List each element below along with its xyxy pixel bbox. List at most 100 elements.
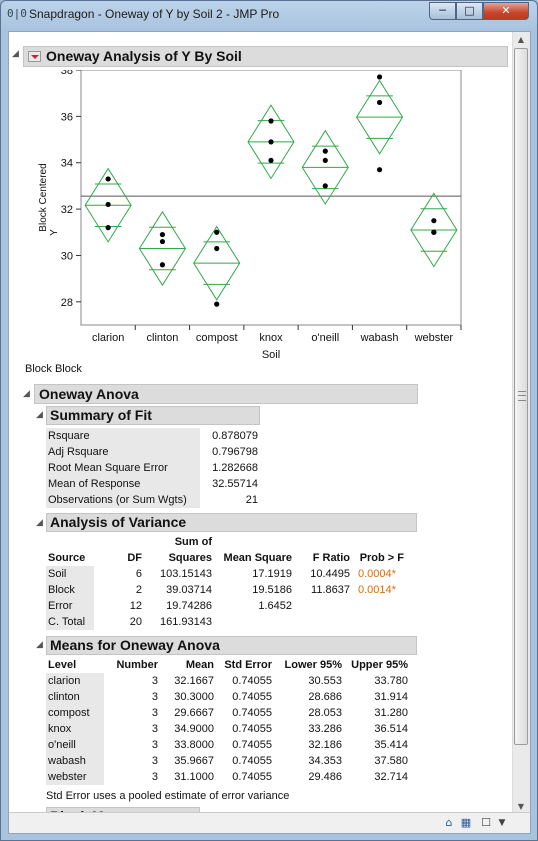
means-cell: 34.353 [308,755,342,767]
data-point [214,229,220,235]
minimize-button[interactable]: ─ [429,2,456,20]
table-row: webster 3 31.1000 0.74055 29.486 32.714 [46,769,410,785]
data-point [214,245,220,252]
disclosure-icon[interactable]: ◢ [36,410,43,420]
summary-of-fit-table: Rsquare 0.878079 Adj Rsquare 0.796798 Root M… [46,428,260,508]
data-point [322,148,328,154]
block-label: Block Block [25,363,82,375]
fit-label: Adj Rsquare [46,444,200,460]
anova-table: Sum of Source DF Squares Mean Square F Ratio P… [46,534,406,630]
x-tick-label: clinton [147,332,179,344]
oneway-analysis-header[interactable]: Oneway Analysis of Y By Soil [23,46,508,67]
data-point [159,231,166,238]
means-cell: webster [46,769,104,785]
means-cell: 31.280 [374,707,408,719]
means-cell: 28.053 [308,707,342,719]
title-bar[interactable]: 0|0 Snapdragon - Oneway of Y by Soil 2 -… [1,1,537,27]
means-cell: 35.414 [374,739,408,751]
means-cell: 32.714 [374,771,408,783]
summary-of-fit-header[interactable]: Summary of Fit [46,406,260,425]
means-cell: 3 [151,739,158,751]
vertical-scrollbar[interactable]: ▲ ▼ [512,32,530,815]
disclosure-icon[interactable]: ◢ [12,49,19,59]
anova-cell: 11.8637 [311,584,350,596]
table-row: C. Total 20 161.93143 [46,614,406,630]
analysis-of-variance-header[interactable]: Analysis of Variance [46,513,417,532]
fit-value: 0.878079 [212,430,258,442]
means-cell: 34.9000 [174,723,214,735]
anova-cell: 19.74286 [166,600,212,612]
means-cell: 32.1667 [174,675,214,687]
column-header: Number [116,659,158,671]
table-row: Mean of Response 32.55714 [46,476,260,492]
checkbox-icon[interactable]: ☐ [479,815,493,831]
means-cell: clarion [46,673,104,689]
means-cell: 30.3000 [174,691,214,703]
anova-cell: 19.5186 [252,584,292,596]
data-point [322,157,328,164]
means-cell: 0.74055 [232,739,272,751]
oneway-anova-header[interactable]: Oneway Anova [34,384,418,404]
x-tick-label: compost [196,332,238,344]
y-tick-label: 30 [61,250,73,262]
x-axis-label: Soil [262,349,280,360]
report-window: ◢ Oneway Analysis of Y By Soil 28 30 32 34 3… [8,31,531,834]
data-point [376,99,383,106]
scrollbar-thumb[interactable] [514,48,528,745]
home-icon[interactable]: ⌂ [442,815,456,831]
means-cell: 0.74055 [232,691,272,703]
disclosure-icon[interactable]: ◢ [36,640,43,650]
column-header: Upper 95% [351,659,408,671]
means-cell: 0.74055 [232,755,272,767]
means-cell: 0.74055 [232,707,272,719]
table-row: Adj Rsquare 0.796798 [46,444,260,460]
column-header: Squares [168,552,212,564]
y-tick-label: 38 [61,70,73,77]
means-cell: 31.914 [374,691,408,703]
data-point [268,157,274,164]
maximize-button[interactable]: □ [456,2,483,20]
table-row: Error 12 19.74286 1.6452 [46,598,406,614]
means-cell: 33.780 [374,675,408,687]
fit-label: Mean of Response [46,476,200,492]
y-axis-label: Block Centered [38,163,49,231]
close-button[interactable]: ✕ [483,2,529,20]
maximize-icon: □ [464,4,475,17]
means-cell: 33.286 [308,723,342,735]
disclosure-icon[interactable]: ◢ [36,518,43,528]
data-point [268,118,274,124]
anova-cell [294,598,352,614]
dropdown-arrow-icon[interactable]: ▼ [495,815,509,831]
means-header[interactable]: Means for Oneway Anova [46,636,417,655]
table-icon[interactable]: ▦ [459,815,473,831]
scroll-up-icon[interactable]: ▲ [513,32,529,48]
y-tick-label: 34 [61,158,73,170]
disclosure-icon[interactable]: ◢ [23,389,30,399]
anova-cell: Error [46,598,94,614]
column-header: Lower 95% [284,659,342,671]
y-tick-label: 36 [61,111,73,123]
data-point [105,201,111,208]
data-point [159,262,166,268]
table-row: clinton 3 30.3000 0.74055 28.686 31.914 [46,689,410,705]
fit-label: Root Mean Square Error [46,460,200,476]
anova-cell: 12 [129,600,142,612]
means-cell: 0.74055 [232,771,272,783]
means-cell: 3 [151,755,158,767]
means-cell: 30.553 [308,675,342,687]
summary-of-fit-title: Summary of Fit [50,407,152,423]
means-cell: 29.6667 [174,707,214,719]
column-header [214,534,294,550]
anova-cell [352,614,406,630]
x-tick-label: clarion [92,332,124,344]
means-cell: 29.486 [308,771,342,783]
report-title: Oneway Analysis of Y By Soil [46,48,242,64]
column-header: Source [48,552,86,564]
column-header: Mean [185,659,214,671]
means-table: Level Number Mean Std Error Lower 95% Upper 9… [46,657,410,785]
status-bar: ⌂ ▦ ☐ ▼ [9,812,530,833]
column-header [94,534,144,550]
anova-cell: Block [46,582,94,598]
red-triangle-menu-icon[interactable] [28,51,41,62]
anova-cell [352,598,406,614]
